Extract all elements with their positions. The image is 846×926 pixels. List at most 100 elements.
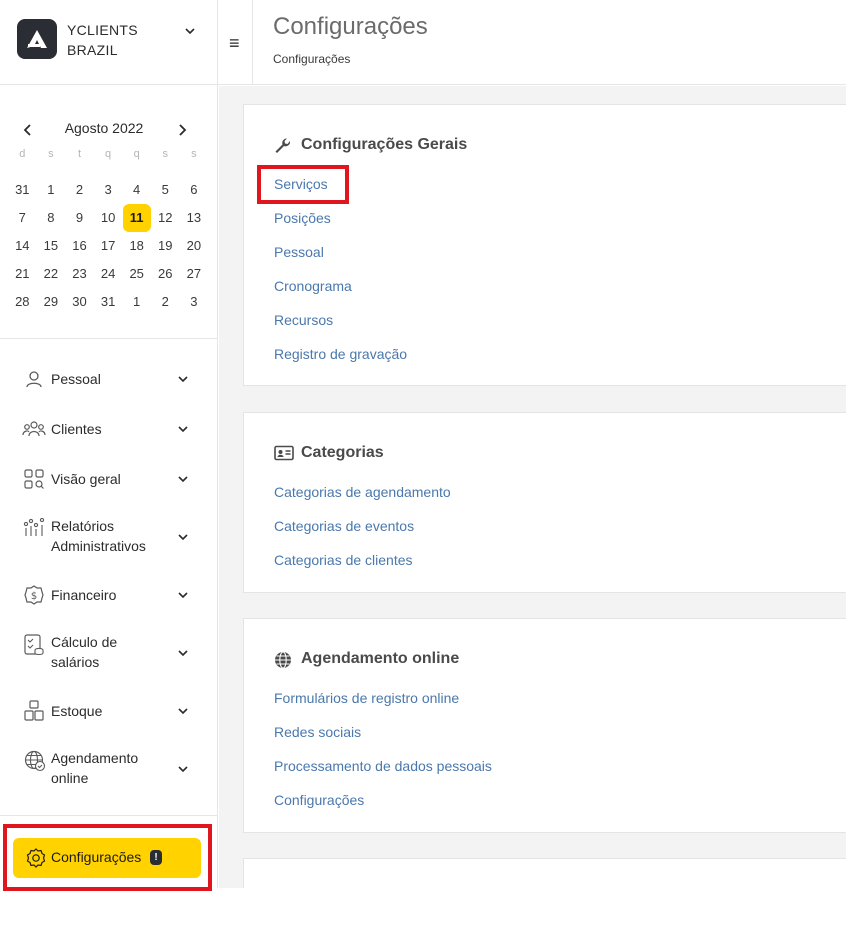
card-next [243, 858, 846, 888]
link-cronograma[interactable]: Cronograma [274, 278, 352, 294]
calendar-day[interactable]: 25 [122, 260, 151, 288]
link-categorias-de-agendamento[interactable]: Categorias de agendamento [274, 484, 451, 500]
mini-calendar: Agosto 2022 d s t q q s s 31 1 2 3 4 5 6… [0, 108, 218, 338]
calendar-day[interactable]: 20 [180, 232, 209, 260]
calendar-grid: d s t q q s s 31 1 2 3 4 5 6 7 8 9 10 11… [8, 148, 208, 316]
calendar-spacer [180, 168, 209, 176]
calendar-day[interactable]: 16 [65, 232, 94, 260]
chevron-down-icon[interactable] [183, 24, 197, 38]
link-redes-sociais[interactable]: Redes sociais [274, 724, 361, 740]
nav-item-salarios[interactable]: Cálculo de salários [0, 632, 218, 674]
calendar-day[interactable]: 8 [37, 204, 66, 232]
calendar-day[interactable]: 5 [151, 176, 180, 204]
weekday-label: d [19, 148, 26, 160]
calendar-day[interactable]: 30 [65, 288, 94, 316]
nav-label: Relatórios Administrativos [51, 516, 146, 556]
weekday-label: s [191, 148, 197, 160]
weekday-label: s [48, 148, 54, 160]
weekday-label: t [77, 148, 82, 160]
calendar-month-label: Agosto 2022 [64, 120, 144, 136]
chevron-left-icon[interactable] [22, 123, 34, 137]
calendar-day-selected[interactable]: 11 [122, 204, 151, 232]
calendar-day[interactable]: 1 [37, 176, 66, 204]
app-window: YCLIENTS BRAZIL Agosto 2022 d s t q q s … [0, 0, 846, 926]
link-pessoal[interactable]: Pessoal [274, 244, 324, 260]
brand-switcher[interactable]: YCLIENTS BRAZIL [0, 0, 218, 85]
calendar-spacer [8, 168, 37, 176]
chevron-down-icon [178, 426, 188, 433]
calendar-day[interactable]: 18 [122, 232, 151, 260]
weekday-label: q [133, 148, 140, 160]
link-configuracoes[interactable]: Configurações [274, 792, 364, 808]
nav-label-line1: Agendamento [51, 750, 139, 766]
person-icon [26, 371, 42, 388]
nav-item-visao-geral[interactable]: Visão geral [0, 468, 218, 490]
calendar-spacer [122, 168, 151, 176]
nav-item-financeiro[interactable]: $ Financeiro [0, 584, 218, 606]
nav-item-relatorios[interactable]: Relatórios Administrativos [0, 516, 218, 558]
calendar-day[interactable]: 9 [65, 204, 94, 232]
calendar-spacer [65, 168, 94, 176]
chevron-down-icon [178, 766, 188, 773]
calendar-day[interactable]: 27 [180, 260, 209, 288]
reports-icon [23, 518, 45, 536]
link-processamento-de-dados-pessoais[interactable]: Processamento de dados pessoais [274, 758, 492, 774]
link-categorias-de-eventos[interactable]: Categorias de eventos [274, 518, 414, 534]
nav-item-agendamento-online[interactable]: Agendamento online [0, 748, 218, 790]
link-categorias-de-clientes[interactable]: Categorias de clientes [274, 552, 413, 568]
nav-label: Clientes [51, 421, 102, 437]
svg-text:$: $ [31, 591, 37, 602]
calendar-spacer [37, 168, 66, 176]
calendar-day[interactable]: 26 [151, 260, 180, 288]
nav-label-line1: Relatórios [51, 518, 115, 534]
calendar-day[interactable]: 14 [8, 232, 37, 260]
nav-item-pessoal[interactable]: Pessoal [0, 368, 218, 390]
card-configuracoes-gerais: Configurações Gerais Serviços Posições P… [243, 104, 846, 386]
chevron-right-icon[interactable] [176, 123, 188, 137]
calendar-day[interactable]: 22 [37, 260, 66, 288]
calendar-day[interactable]: 31 [94, 288, 123, 316]
calendar-day[interactable]: 7 [8, 204, 37, 232]
calendar-day[interactable]: 2 [151, 288, 180, 316]
calendar-day[interactable]: 1 [122, 288, 151, 316]
id-card-icon [274, 445, 294, 461]
link-posicoes[interactable]: Posições [274, 210, 331, 226]
divider [0, 338, 218, 339]
company-name-line1: YCLIENTS [67, 22, 138, 38]
globe-icon [275, 651, 291, 669]
clients-icon [22, 421, 46, 437]
calendar-day[interactable]: 12 [151, 204, 180, 232]
calendar-day[interactable]: 4 [122, 176, 151, 204]
link-registro-de-gravacao[interactable]: Registro de gravação [274, 346, 407, 362]
breadcrumb: Configurações [273, 52, 351, 66]
calendar-day[interactable]: 29 [37, 288, 66, 316]
menu-toggle-button[interactable]: ≡ [218, 0, 253, 85]
calendar-day[interactable]: 23 [65, 260, 94, 288]
calendar-spacer [151, 168, 180, 176]
weekday-label: s [162, 148, 169, 160]
nav-label: Visão geral [51, 471, 121, 487]
nav-item-estoque[interactable]: Estoque [0, 700, 218, 722]
calendar-day[interactable]: 10 [94, 204, 123, 232]
calendar-day[interactable]: 13 [180, 204, 209, 232]
calendar-day[interactable]: 15 [37, 232, 66, 260]
nav-label-line1: Cálculo de [51, 634, 118, 650]
calendar-day[interactable]: 2 [65, 176, 94, 204]
link-recursos[interactable]: Recursos [274, 312, 333, 328]
calendar-day[interactable]: 17 [94, 232, 123, 260]
nav-label: Cálculo de salários [51, 632, 117, 672]
calendar-day[interactable]: 19 [151, 232, 180, 260]
calendar-day[interactable]: 28 [8, 288, 37, 316]
section-title: Categorias [301, 444, 384, 461]
calendar-day[interactable]: 3 [180, 288, 209, 316]
nav-label: Financeiro [51, 587, 117, 603]
calendar-day[interactable]: 21 [8, 260, 37, 288]
salary-icon [24, 634, 44, 656]
calendar-day[interactable]: 24 [94, 260, 123, 288]
nav-item-clientes[interactable]: Clientes [0, 418, 218, 440]
link-formularios-de-registro-online[interactable]: Formulários de registro online [274, 690, 459, 706]
calendar-day[interactable]: 3 [94, 176, 123, 204]
highlight-box [3, 824, 212, 891]
calendar-day[interactable]: 6 [180, 176, 209, 204]
calendar-day[interactable]: 31 [8, 176, 37, 204]
